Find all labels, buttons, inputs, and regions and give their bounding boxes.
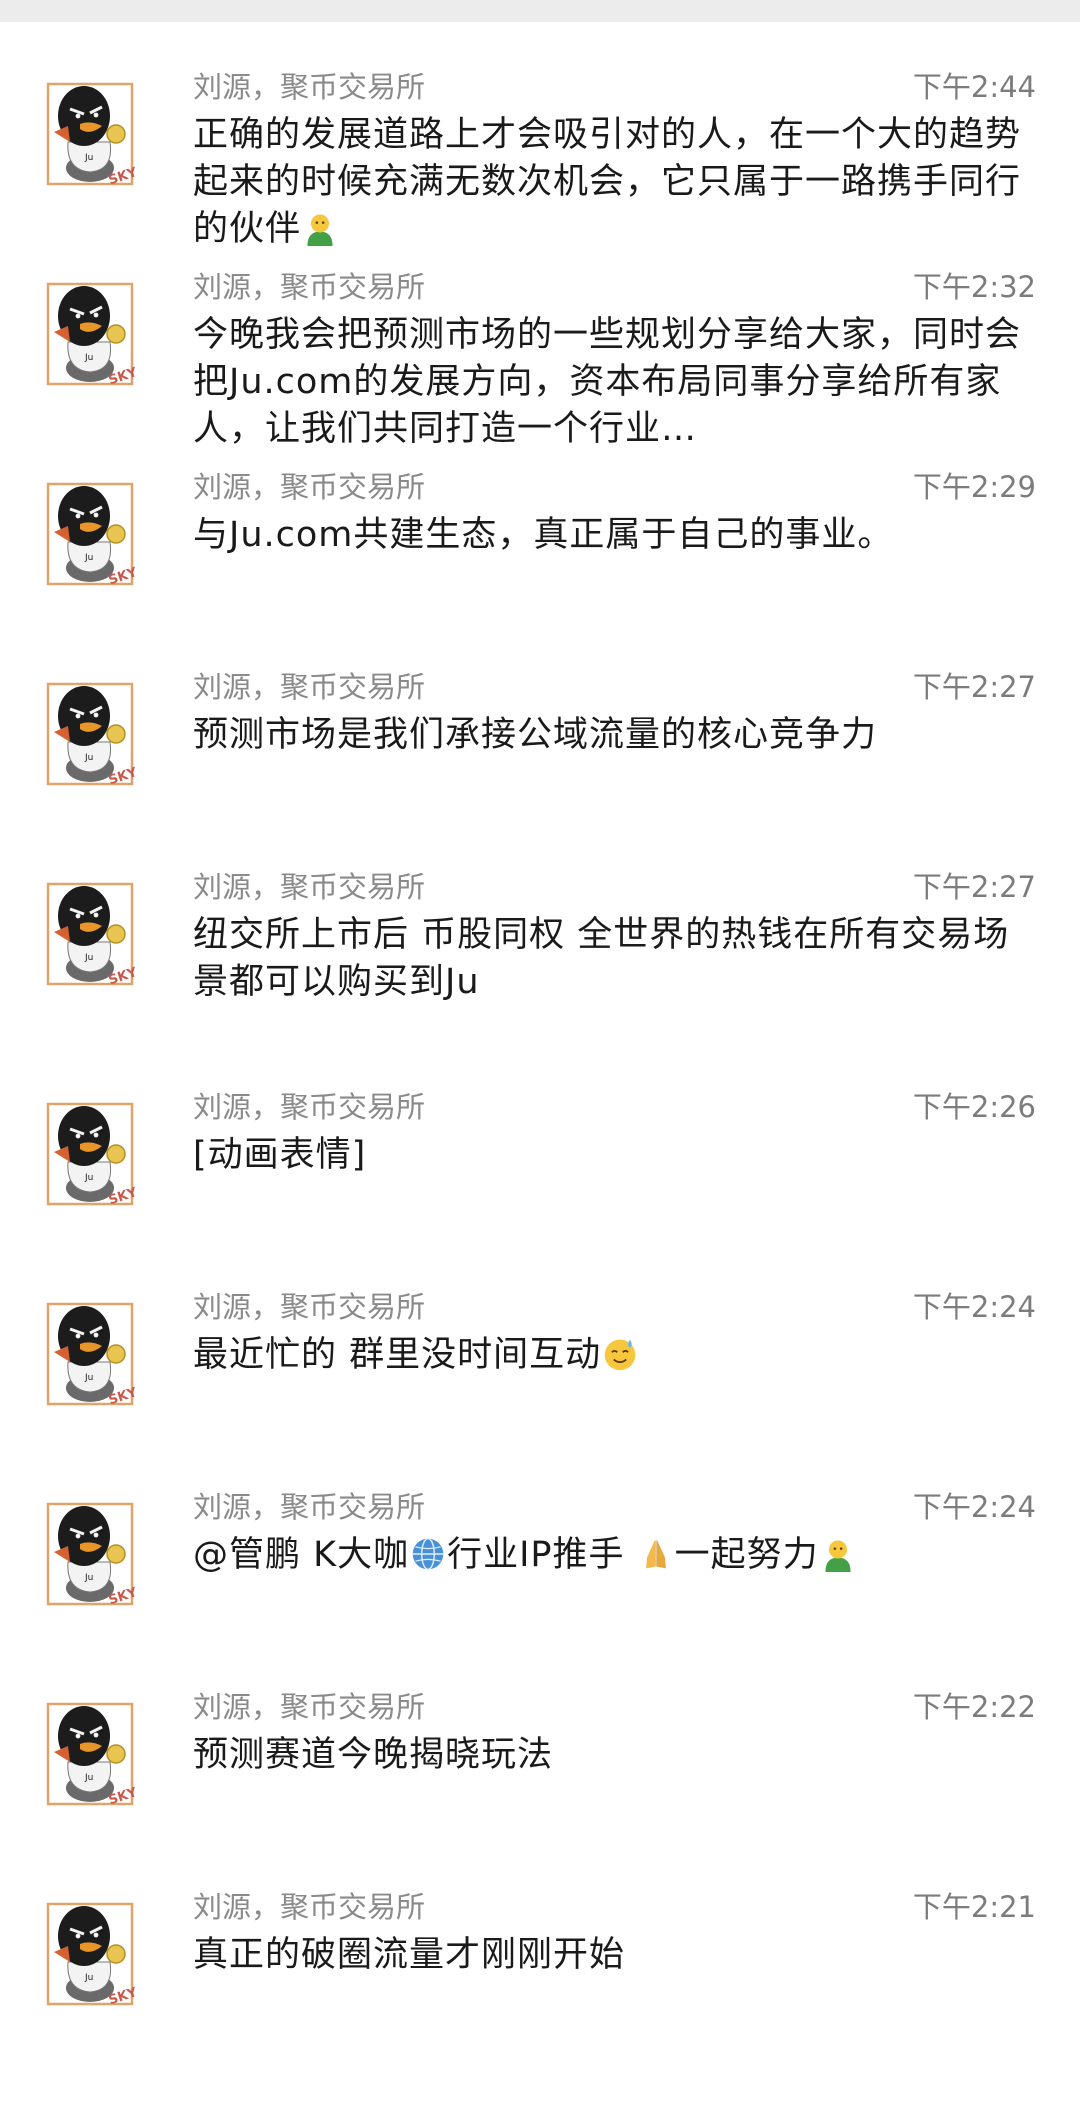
person-emoji-icon	[307, 214, 333, 246]
message-text-segment: 一起努力	[674, 1535, 819, 1575]
message-time: 下午2:24	[912, 1290, 1036, 1324]
sender-name: 刘源，聚币交易所	[193, 1290, 426, 1324]
penguin-avatar-icon[interactable]: JuSKY	[40, 1096, 140, 1210]
message-time: 下午2:26	[912, 1090, 1036, 1124]
sender-name: 刘源，聚币交易所	[193, 1090, 426, 1124]
message-time: 下午2:21	[912, 1890, 1036, 1924]
penguin-avatar-icon[interactable]: JuSKY	[40, 1496, 140, 1610]
svg-text:Ju: Ju	[84, 353, 93, 363]
message-item[interactable]: Ju SKY 刘源，聚币交易所 下午2:27 预测市场是我们承接公域流量的核心竞争…	[0, 648, 1080, 848]
message-list[interactable]: Ju SKY 刘源，聚币交易所 下午2:44 正确的发展道路上才会吸引对的人，在一…	[0, 22, 1080, 2104]
svg-text:Ju: Ju	[84, 1773, 93, 1783]
message-item[interactable]: Ju SKY 刘源，聚币交易所 下午2:29 与Ju.com共建生态，真正属于自己…	[0, 448, 1080, 648]
svg-text:Ju: Ju	[84, 153, 93, 163]
penguin-avatar-icon[interactable]: JuSKY	[40, 876, 140, 990]
message-text: 正确的发展道路上才会吸引对的人，在一个大的趋势起来的时候充满无数次机会，它只属于…	[193, 112, 1033, 253]
sender-name: 刘源，聚币交易所	[193, 1490, 426, 1524]
message-item[interactable]: Ju SKY 刘源，聚币交易所 下午2:32 今晚我会把预测市场的一些规划分享给大…	[0, 248, 1080, 449]
message-text: 与Ju.com共建生态，真正属于自己的事业。	[193, 512, 1033, 559]
message-text-segment: 今晚我会把预测市场的一些规划分享给大家，同时会把Ju.com的发展方向，资本布局…	[193, 315, 1022, 449]
message-text: 真正的破圈流量才刚刚开始	[193, 1932, 1033, 1979]
penguin-avatar-icon[interactable]: JuSKY	[40, 676, 140, 790]
sender-name: 刘源，聚币交易所	[193, 1690, 426, 1724]
message-time: 下午2:27	[912, 670, 1036, 704]
message-text: 预测市场是我们承接公域流量的核心竞争力	[193, 712, 1033, 759]
message-text: [动画表情]	[193, 1132, 1033, 1179]
sender-name: 刘源，聚币交易所	[193, 470, 426, 504]
message-item[interactable]: Ju SKY 刘源，聚币交易所 下午2:27 纽交所上市后 币股同权 全世界的热钱…	[0, 848, 1080, 1048]
message-text-segment: [动画表情]	[193, 1135, 367, 1175]
message-text: 最近忙的 群里没时间互动	[193, 1332, 1033, 1379]
message-text-segment: 最近忙的 群里没时间互动	[193, 1335, 602, 1375]
pray-emoji-icon	[645, 1539, 666, 1569]
message-time: 下午2:44	[912, 70, 1036, 104]
message-item[interactable]: Ju SKY 刘源，聚币交易所 下午2:24 @管鹏 K大咖 行业IP推手 一起努力	[0, 1468, 1080, 1668]
message-item[interactable]: Ju SKY 刘源，聚币交易所 下午2:24 最近忙的 群里没时间互动	[0, 1268, 1080, 1468]
sender-name: 刘源，聚币交易所	[193, 870, 426, 904]
message-item[interactable]: Ju SKY 刘源，聚币交易所 下午2:22 预测赛道今晚揭晓玩法	[0, 1668, 1080, 1868]
penguin-avatar-icon[interactable]: JuSKY	[40, 1896, 140, 2010]
message-time: 下午2:24	[912, 1490, 1036, 1524]
svg-text:Ju: Ju	[84, 953, 93, 963]
message-text: 今晚我会把预测市场的一些规划分享给大家，同时会把Ju.com的发展方向，资本布局…	[193, 312, 1033, 453]
message-text: 纽交所上市后 币股同权 全世界的热钱在所有交易场景都可以购买到Ju	[193, 912, 1033, 1006]
message-text-segment: 行业IP推手	[447, 1535, 637, 1575]
penguin-avatar-icon[interactable]: JuSKY	[40, 276, 140, 390]
message-text-segment: 与Ju.com共建生态，真正属于自己的事业。	[193, 515, 894, 555]
message-text-segment: 预测赛道今晚揭晓玩法	[193, 1735, 554, 1775]
message-time: 下午2:22	[912, 1690, 1036, 1724]
penguin-avatar-icon[interactable]: JuSKY	[40, 476, 140, 590]
message-item[interactable]: Ju SKY 刘源，聚币交易所 下午2:44 正确的发展道路上才会吸引对的人，在一…	[0, 48, 1080, 249]
sender-name: 刘源，聚币交易所	[193, 70, 426, 104]
message-time: 下午2:29	[912, 470, 1036, 504]
svg-text:Ju: Ju	[84, 1373, 93, 1383]
penguin-avatar-icon[interactable]: JuSKY	[40, 1296, 140, 1410]
sender-name: 刘源，聚币交易所	[193, 670, 426, 704]
svg-text:Ju: Ju	[84, 753, 93, 763]
svg-text:Ju: Ju	[84, 553, 93, 563]
message-text-segment: 预测市场是我们承接公域流量的核心竞争力	[193, 715, 878, 755]
message-item[interactable]: Ju SKY 刘源，聚币交易所 下午2:21 真正的破圈流量才刚刚开始	[0, 1868, 1080, 2068]
person-emoji-icon	[825, 1540, 851, 1572]
top-status-strip	[0, 0, 1080, 22]
message-text-segment: 纽交所上市后 币股同权 全世界的热钱在所有交易场景都可以购买到Ju	[193, 915, 1010, 1002]
penguin-avatar-icon[interactable]: JuSKY	[40, 76, 140, 190]
message-text-segment: @管鹏 K大咖	[193, 1535, 410, 1575]
message-time: 下午2:27	[912, 870, 1036, 904]
message-text: @管鹏 K大咖 行业IP推手 一起努力	[193, 1532, 1033, 1579]
penguin-avatar-icon[interactable]: JuSKY	[40, 1696, 140, 1810]
message-text: 预测赛道今晚揭晓玩法	[193, 1732, 1033, 1779]
sweat-smile-emoji-icon	[604, 1339, 636, 1371]
message-text-segment: 真正的破圈流量才刚刚开始	[193, 1935, 626, 1975]
message-time: 下午2:32	[912, 270, 1036, 304]
svg-text:Ju: Ju	[84, 1573, 93, 1583]
svg-text:Ju: Ju	[84, 1173, 93, 1183]
svg-text:Ju: Ju	[84, 1973, 93, 1983]
globe-emoji-icon	[412, 1537, 444, 1571]
sender-name: 刘源，聚币交易所	[193, 1890, 426, 1924]
sender-name: 刘源，聚币交易所	[193, 270, 426, 304]
message-item[interactable]: Ju SKY 刘源，聚币交易所 下午2:26 [动画表情]	[0, 1068, 1080, 1268]
